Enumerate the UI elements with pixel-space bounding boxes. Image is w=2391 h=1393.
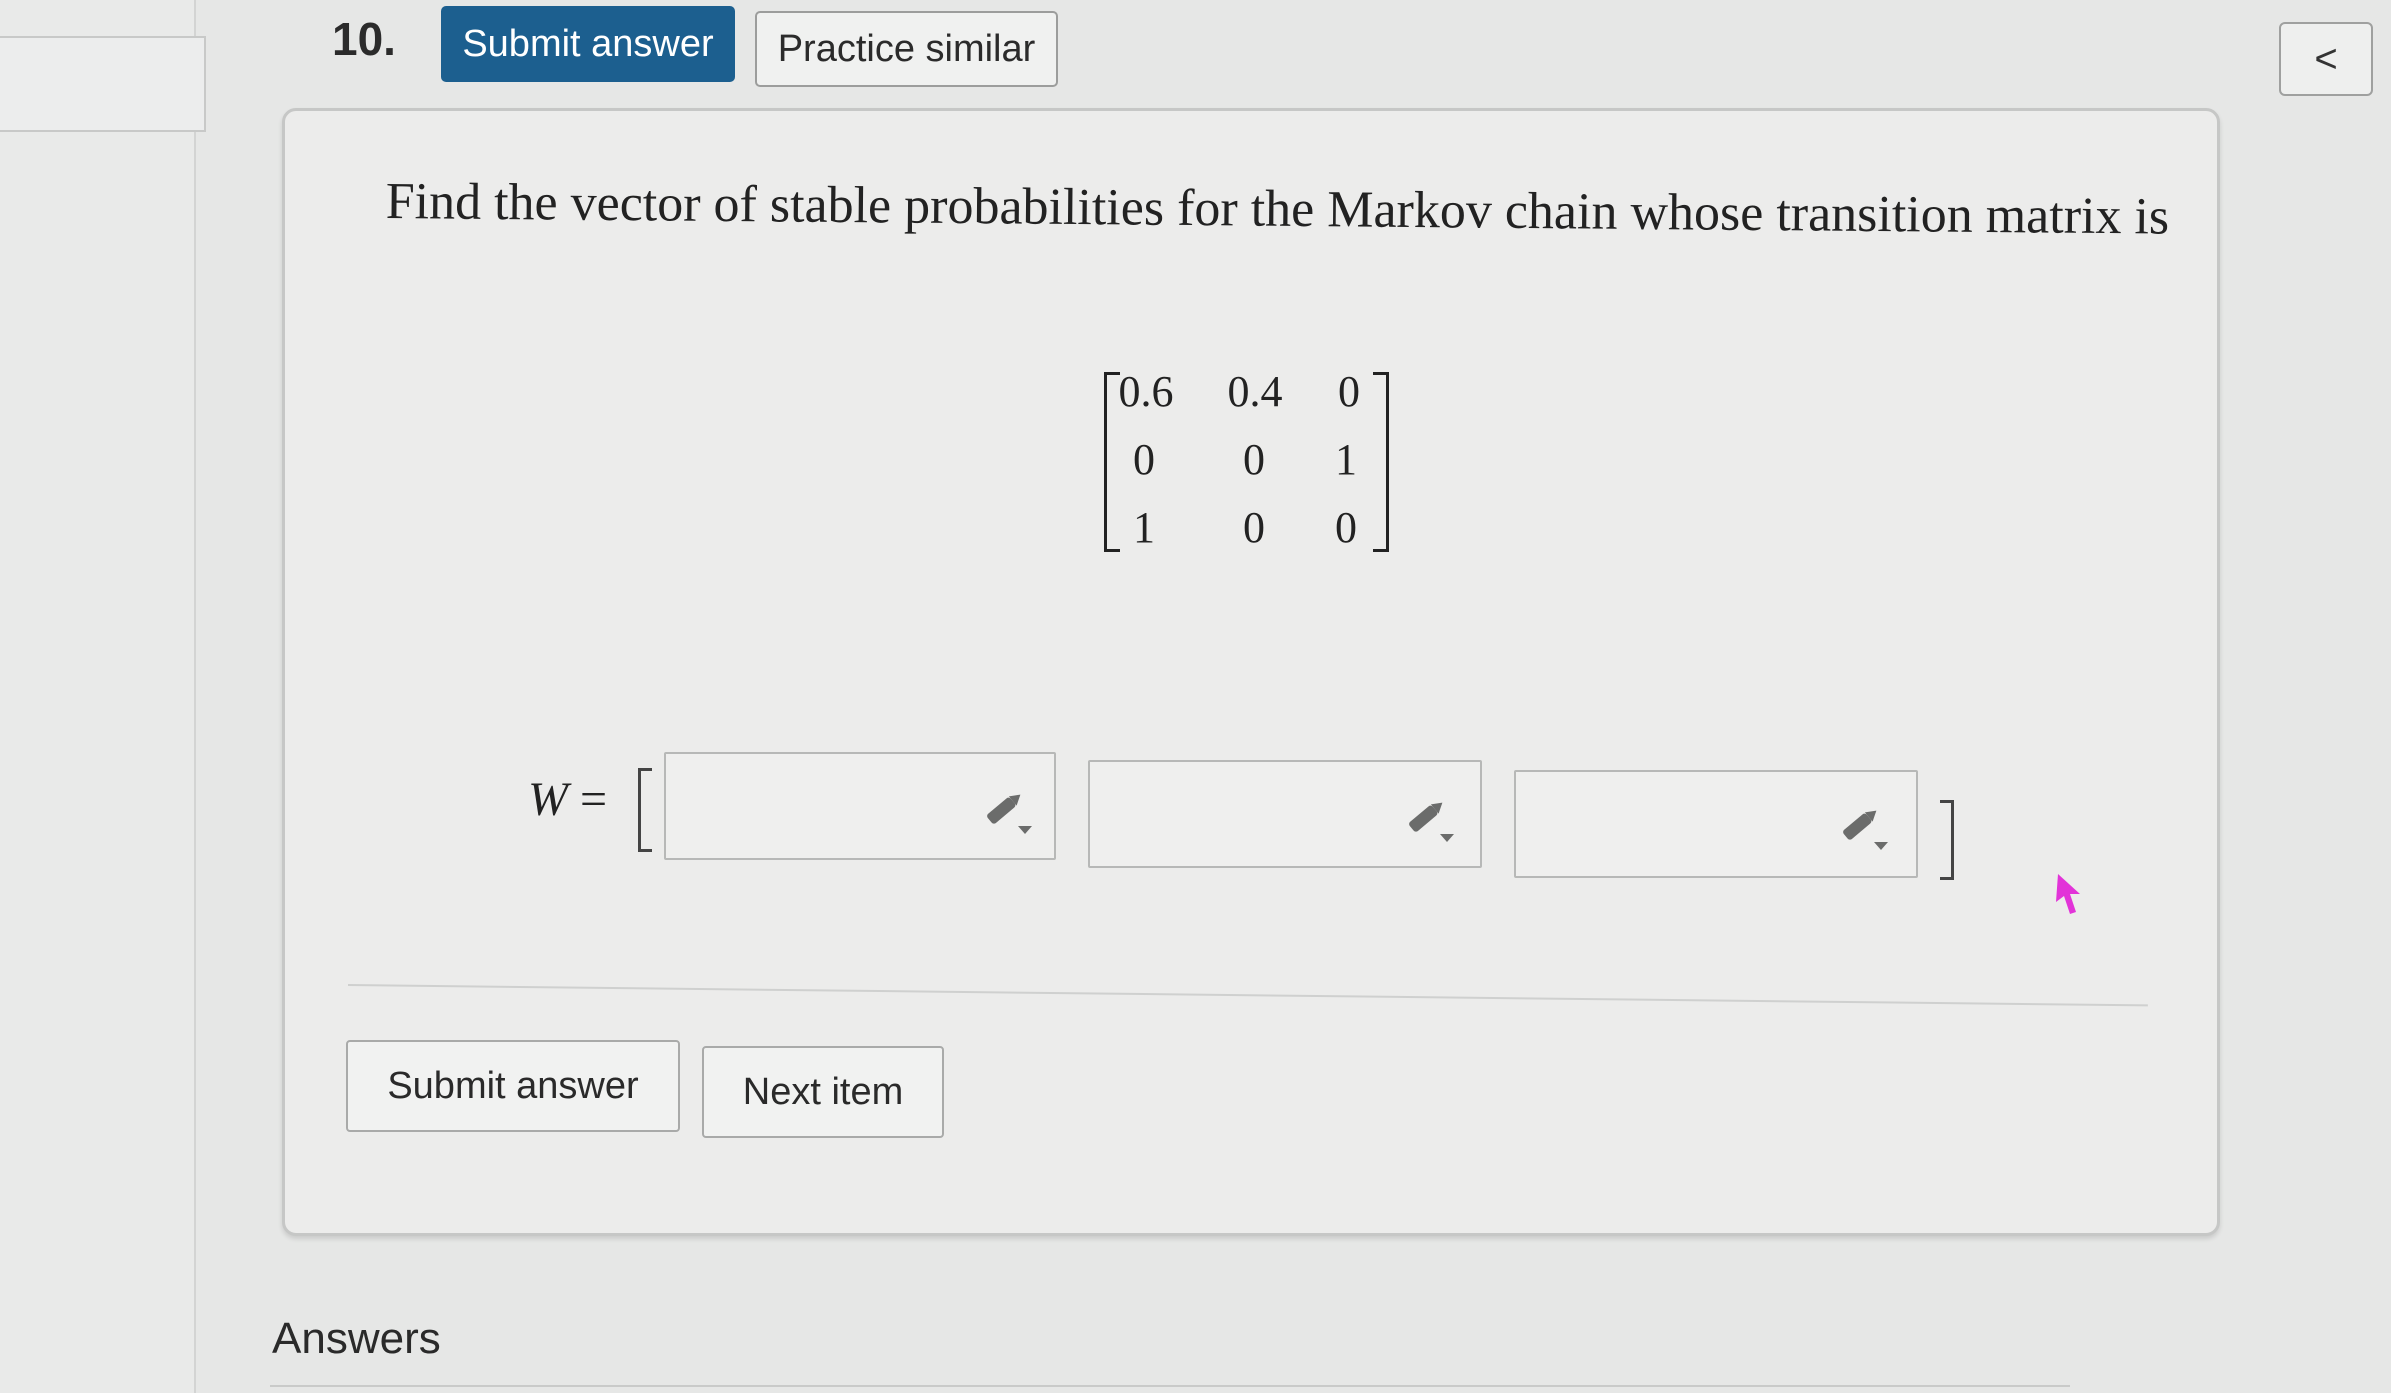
pencil-dropdown-icon[interactable]	[1836, 802, 1892, 852]
vector-close-bracket	[1940, 800, 1954, 880]
matrix-cell: 0	[1243, 503, 1265, 552]
pencil-dropdown-icon[interactable]	[980, 786, 1036, 836]
matrix-cell: 0	[1335, 503, 1357, 552]
chevron-left-icon: <	[2314, 36, 2338, 81]
answer-input-2[interactable]	[1088, 760, 1482, 868]
matrix-cell: 0	[1243, 435, 1265, 484]
submit-answer-button-top[interactable]: Submit answer	[441, 6, 735, 82]
matrix-cell: 0.6	[1118, 367, 1174, 416]
transition-matrix: 0.6 0.4 0 0 0 1 1 0 0	[1104, 362, 1389, 552]
next-item-button[interactable]: Next item	[702, 1046, 944, 1138]
answer-variable: W	[528, 773, 568, 826]
collapse-panel-button[interactable]: <	[2279, 22, 2373, 96]
answer-vector-label: W =	[528, 772, 607, 827]
pencil-dropdown-icon[interactable]	[1402, 794, 1458, 844]
left-sidebar	[0, 0, 196, 1393]
question-number: 10.	[332, 13, 396, 65]
answer-input-3[interactable]	[1514, 770, 1918, 878]
matrix-cell: 0	[1338, 367, 1360, 416]
equals-sign: =	[579, 773, 608, 826]
matrix-cell: 1	[1133, 503, 1155, 552]
sidebar-box	[0, 36, 206, 132]
submit-answer-button[interactable]: Submit answer	[346, 1040, 680, 1132]
answers-divider	[270, 1385, 2070, 1387]
matrix-cell: 0.4	[1227, 367, 1283, 416]
matrix-cell: 0	[1133, 435, 1155, 484]
matrix-cell: 1	[1335, 435, 1357, 484]
vector-open-bracket	[638, 768, 652, 852]
answers-heading: Answers	[272, 1314, 441, 1363]
answer-input-1[interactable]	[664, 752, 1056, 860]
mouse-cursor-icon	[2056, 874, 2080, 914]
practice-similar-button[interactable]: Practice similar	[755, 11, 1058, 87]
